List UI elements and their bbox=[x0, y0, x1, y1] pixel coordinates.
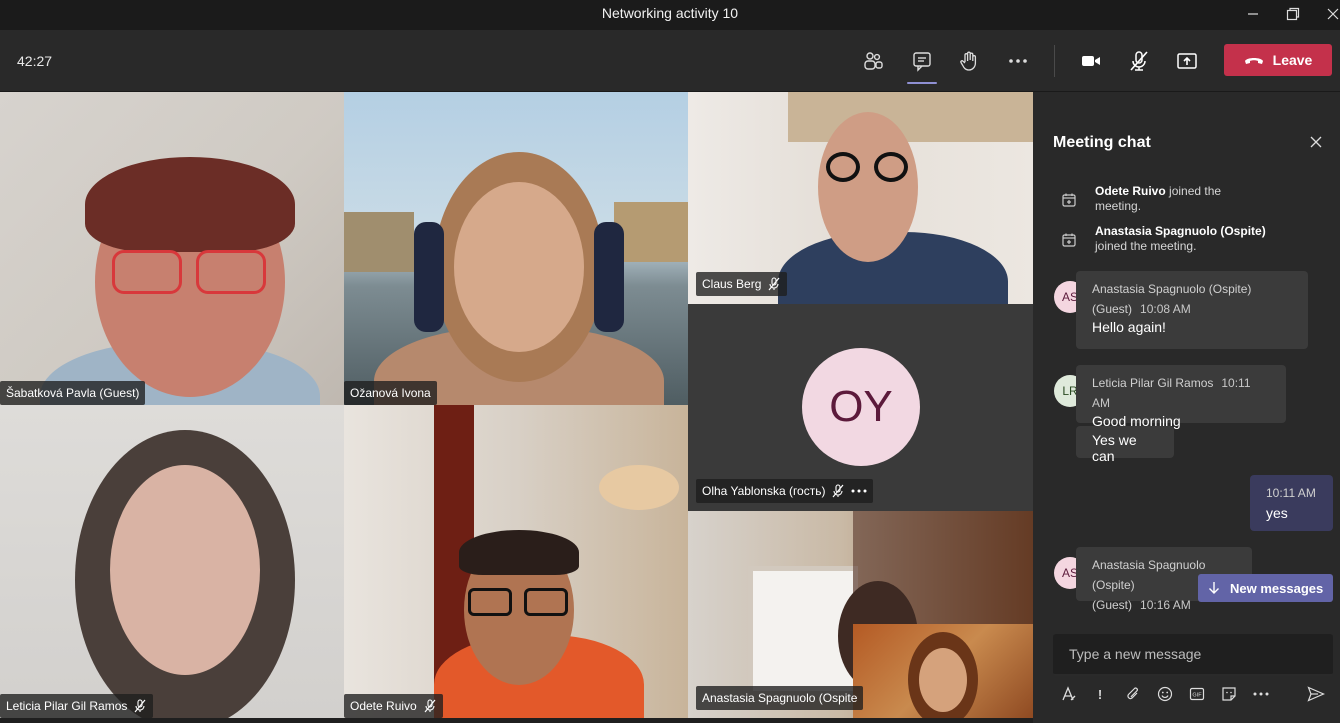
mic-off-icon bbox=[134, 699, 146, 713]
sticker-icon[interactable] bbox=[1219, 684, 1239, 704]
meeting-timer: 42:27 bbox=[17, 53, 53, 69]
message-time: 10:11 AM bbox=[1266, 486, 1316, 500]
camera-icon bbox=[1082, 56, 1100, 66]
attach-icon[interactable] bbox=[1123, 684, 1143, 704]
raise-hand-button[interactable] bbox=[954, 46, 984, 76]
self-view bbox=[853, 624, 1033, 718]
chat-title: Meeting chat bbox=[1053, 134, 1151, 151]
window-title: Networking activity 10 bbox=[601, 5, 739, 21]
camera-button[interactable] bbox=[1076, 46, 1106, 76]
mic-off-icon bbox=[833, 484, 844, 498]
system-message: Anastasia Spagnuolo (Ospite) joined the m… bbox=[1061, 224, 1266, 254]
meeting-join-icon bbox=[1062, 233, 1076, 247]
leave-label: Leave bbox=[1272, 52, 1313, 68]
my-chat-message: 10:11 AM yes bbox=[1250, 475, 1333, 531]
more-icon bbox=[1009, 59, 1027, 63]
video-tile-anastasia[interactable]: Anastasia Spagnuolo (Ospite bbox=[688, 511, 1033, 718]
video-tile-ivona[interactable]: Ožanová Ivona bbox=[344, 92, 688, 405]
more-options-icon[interactable] bbox=[1251, 684, 1271, 704]
video-tile-pavla[interactable]: Šabatková Pavla (Guest) bbox=[0, 92, 344, 405]
meeting-chat-panel: Meeting chat Odete Ruivo joined the meeti… bbox=[1033, 92, 1340, 723]
close-icon[interactable] bbox=[1308, 134, 1324, 150]
chat-button[interactable] bbox=[907, 46, 937, 84]
hand-icon bbox=[960, 51, 977, 71]
important-icon[interactable]: ! bbox=[1090, 684, 1110, 704]
format-icon[interactable] bbox=[1059, 684, 1079, 704]
close-window-icon[interactable] bbox=[1313, 2, 1340, 26]
system-message: Odete Ruivo joined the meeting. bbox=[1061, 184, 1221, 214]
mic-off-icon bbox=[1130, 51, 1148, 71]
hang-up-icon bbox=[1244, 58, 1263, 64]
svg-text:GIF: GIF bbox=[1192, 693, 1202, 699]
message-text: yes bbox=[1266, 505, 1288, 521]
video-tile-claus[interactable]: Claus Berg bbox=[688, 92, 1033, 304]
participant-name: Odete Ruivo bbox=[344, 694, 443, 718]
message-text: Hello again! bbox=[1092, 319, 1166, 335]
mic-off-icon bbox=[424, 699, 436, 713]
chat-message: Anastasia Spagnuolo (Ospite) (Guest) 10:08… bbox=[1076, 271, 1308, 349]
message-meta: Leticia Pilar Gil Ramos 10:11 AM bbox=[1092, 376, 1251, 410]
participants-icon bbox=[864, 52, 883, 70]
video-tile-leticia[interactable]: Leticia Pilar Gil Ramos bbox=[0, 405, 344, 718]
chat-message: Leticia Pilar Gil Ramos 10:11 AM Good mor… bbox=[1076, 365, 1286, 429]
video-tile-olha[interactable]: OY Olha Yablonska (гость) bbox=[688, 304, 1033, 511]
compose-box[interactable] bbox=[1053, 634, 1333, 676]
restore-icon[interactable] bbox=[1273, 2, 1313, 26]
participant-name: Olha Yablonska (гость) bbox=[696, 479, 874, 503]
participant-name: Leticia Pilar Gil Ramos bbox=[0, 694, 154, 718]
more-actions-button[interactable] bbox=[1003, 46, 1033, 76]
message-text: Yes we can bbox=[1092, 432, 1137, 464]
title-bar: Networking activity 10 bbox=[0, 0, 1340, 30]
minimize-icon[interactable] bbox=[1233, 2, 1273, 26]
meeting-join-icon bbox=[1062, 193, 1076, 207]
participant-name: Claus Berg bbox=[696, 272, 788, 296]
participant-name: Šabatková Pavla (Guest) bbox=[0, 381, 146, 405]
mic-off-icon bbox=[768, 277, 780, 291]
send-icon[interactable] bbox=[1306, 684, 1326, 704]
leave-button[interactable]: Leave bbox=[1224, 44, 1332, 76]
new-messages-button[interactable]: New messages bbox=[1198, 574, 1333, 602]
more-icon[interactable] bbox=[851, 488, 867, 494]
mute-button[interactable] bbox=[1124, 46, 1154, 76]
emoji-icon[interactable] bbox=[1155, 684, 1175, 704]
chat-message: Yes we can bbox=[1076, 426, 1174, 464]
participant-avatar: OY bbox=[802, 348, 920, 466]
message-input[interactable] bbox=[1069, 646, 1319, 662]
meeting-toolbar: 42:27 Leave bbox=[0, 30, 1340, 92]
chat-icon bbox=[913, 52, 931, 72]
participants-button[interactable] bbox=[858, 46, 888, 76]
gif-icon[interactable]: GIF bbox=[1187, 684, 1207, 704]
share-screen-icon bbox=[1177, 53, 1197, 69]
participant-name: Ožanová Ivona bbox=[344, 381, 437, 405]
message-meta: Anastasia Spagnuolo (Ospite) (Guest) 10:08… bbox=[1092, 282, 1252, 316]
share-screen-button[interactable] bbox=[1172, 46, 1202, 76]
participant-name: Anastasia Spagnuolo (Ospite bbox=[696, 686, 864, 710]
toolbar-divider bbox=[1054, 45, 1055, 77]
video-tile-odete[interactable]: Odete Ruivo bbox=[344, 405, 688, 718]
arrow-down-icon bbox=[1209, 582, 1219, 594]
